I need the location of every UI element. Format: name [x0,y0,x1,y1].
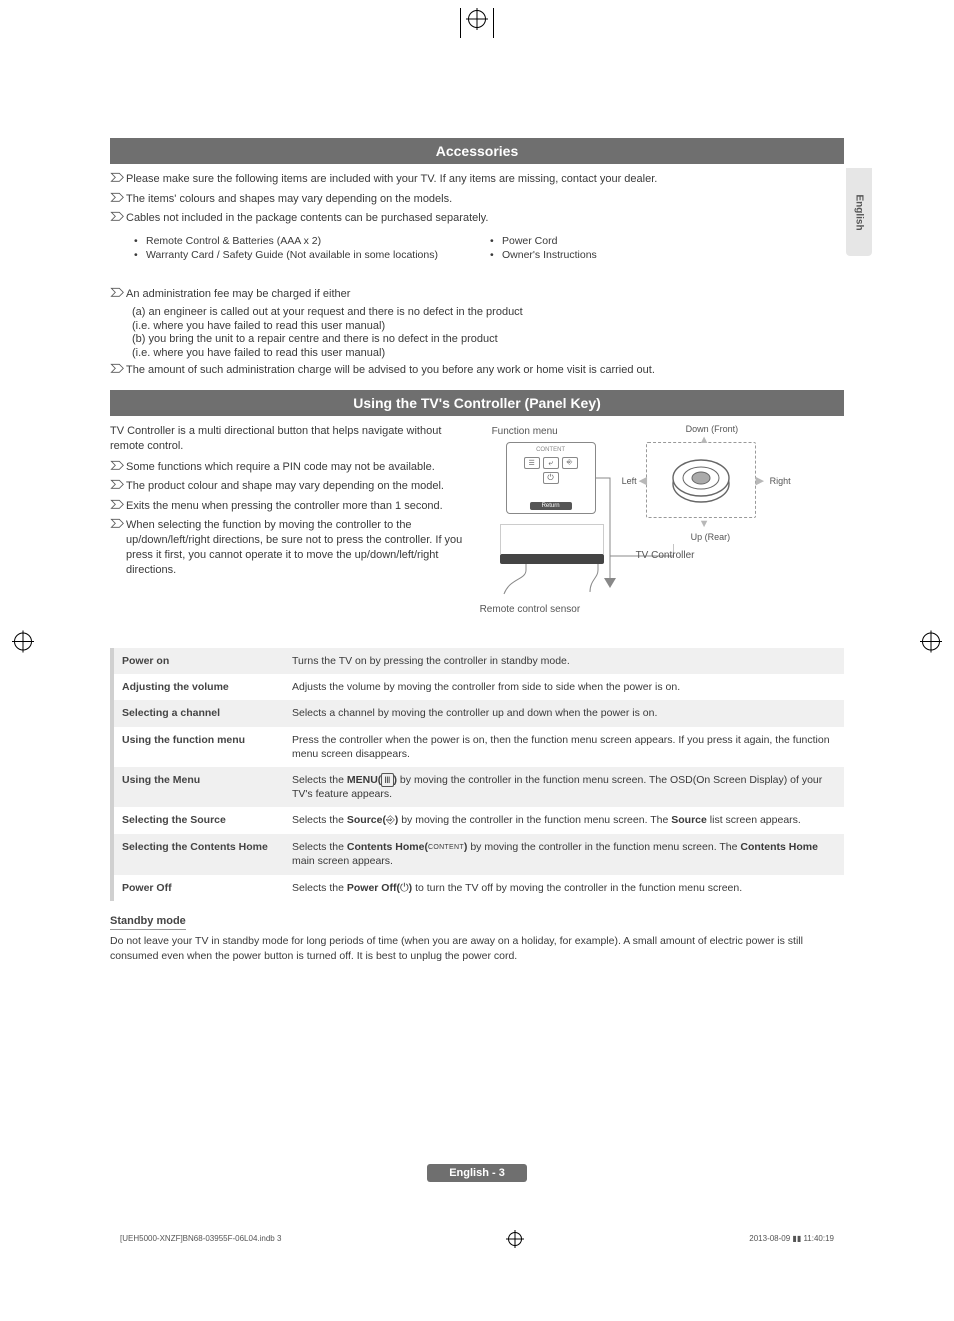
note-icon [110,460,126,476]
controller-diagram: Function menu CONTENT ☰ ⤶ ⎆ ⏻ Return [486,424,844,634]
controller-note-4: When selecting the function by moving th… [110,518,476,577]
table-row-desc: Press the controller when the power is o… [284,727,844,767]
menu-icon: ☰ [524,457,540,469]
table-row-label: Selecting a channel [114,700,284,726]
note-icon [110,192,126,208]
language-tab-label: English [854,194,865,230]
controller-note-2: The product colour and shape may vary de… [110,479,476,495]
diagram-label-down-front: Down (Front) [686,424,739,434]
table-row-desc: Selects the Source(⎆) by moving the cont… [284,807,844,834]
table-row: Power OffSelects the Power Off(⏻) to tur… [110,875,844,902]
crop-marks-top [0,0,954,38]
accessories-item: Remote Control & Batteries (AAA x 2) [132,235,488,247]
admin-fee-sublist: (a) an engineer is called out at your re… [132,306,844,359]
diagram-label-remote-sensor: Remote control sensor [480,604,581,615]
table-row-label: Adjusting the volume [114,674,284,700]
registration-mark-icon [468,10,486,28]
note-accessories-2: The items' colours and shapes may vary d… [110,192,844,208]
table-row: Selecting a channelSelects a channel by … [110,700,844,726]
accessories-items: Remote Control & Batteries (AAA x 2) War… [132,233,844,263]
source-icon: ⎆ [386,813,395,828]
accessories-item: Warranty Card / Safety Guide (Not availa… [132,249,488,261]
footer-right: 2013-08-09 ▮▮ 11:40:19 [749,1234,834,1243]
menu-icon: Ⅲ [381,773,393,787]
language-tab: English [846,168,872,256]
table-row-label: Selecting the Source [114,807,284,834]
footer-left: [UEH5000-XNZF]BN68-03955F-06L04.indb 3 [120,1234,281,1243]
note-icon [110,211,126,227]
section-title-controller: Using the TV's Controller (Panel Key) [110,390,844,416]
controller-note-1: Some functions which require a PIN code … [110,460,476,476]
note-icon [110,479,126,495]
arrow-right-icon: ▶ [756,474,764,487]
controller-knob-icon [668,448,734,514]
diagram-label-right: Right [770,476,791,486]
note-admin-fee-tail: The amount of such administration charge… [110,363,844,379]
accessories-item: Power Cord [488,235,844,247]
note-accessories-1: Please make sure the following items are… [110,172,844,188]
diagram-label-left: Left [622,476,637,486]
diagram-label-function-menu: Function menu [492,426,558,437]
print-footer: [UEH5000-XNZF]BN68-03955F-06L04.indb 3 2… [110,1232,844,1246]
note-icon [110,363,126,379]
arrow-down-icon: ▼ [699,518,710,530]
page-number-footer: English - 3 [110,1164,844,1182]
table-row: Adjusting the volumeAdjusts the volume b… [110,674,844,700]
table-row-label: Selecting the Contents Home [114,834,284,874]
controller-functions-table: Power onTurns the TV on by pressing the … [110,648,844,901]
table-row-desc: Turns the TV on by pressing the controll… [284,648,844,674]
standby-heading: Standby mode [110,915,186,930]
power-icon: ⏻ [400,881,409,896]
power-icon: ⏻ [543,472,559,484]
accessories-item: Owner's Instructions [488,249,844,261]
content-icon: CONTENT [428,843,464,852]
table-row: Using the function menuPress the control… [110,727,844,767]
table-row-desc: Selects the MENU(Ⅲ) by moving the contro… [284,767,844,807]
table-row-label: Power on [114,648,284,674]
note-accessories-3: Cables not included in the package conte… [110,211,844,227]
note-admin-fee: An administration fee may be charged if … [110,287,844,303]
controller-note-3: Exits the menu when pressing the control… [110,499,476,515]
source-icon: ⎆ [562,457,578,469]
table-row-desc: Adjusts the volume by moving the control… [284,674,844,700]
arrow-left-icon: ◀ [639,474,647,487]
table-row-label: Using the Menu [114,767,284,807]
table-row-label: Using the function menu [114,727,284,767]
section-title-accessories: Accessories [110,138,844,164]
table-row: Selecting the SourceSelects the Source(⎆… [110,807,844,834]
table-row-desc: Selects a channel by moving the controll… [284,700,844,726]
table-row: Selecting the Contents HomeSelects the C… [110,834,844,874]
note-icon [110,499,126,515]
note-icon [110,518,126,534]
diagram-label-return: Return [530,502,572,510]
arrow-up-icon: ▲ [699,434,710,446]
registration-mark-bottom [508,1232,522,1246]
table-row-label: Power Off [114,875,284,902]
controller-intro: TV Controller is a multi directional but… [110,424,476,454]
note-icon [110,172,126,188]
diagram-label-tv-controller: TV Controller [636,550,695,561]
diagram-label-up-rear: Up (Rear) [691,532,731,542]
return-center-icon: ⤶ [543,457,559,469]
standby-body: Do not leave your TV in standby mode for… [110,934,844,963]
note-icon [110,287,126,303]
table-row: Power onTurns the TV on by pressing the … [110,648,844,674]
table-row: Using the MenuSelects the MENU(Ⅲ) by mov… [110,767,844,807]
table-row-desc: Selects the Contents Home(CONTENT) by mo… [284,834,844,874]
table-row-desc: Selects the Power Off(⏻) to turn the TV … [284,875,844,902]
